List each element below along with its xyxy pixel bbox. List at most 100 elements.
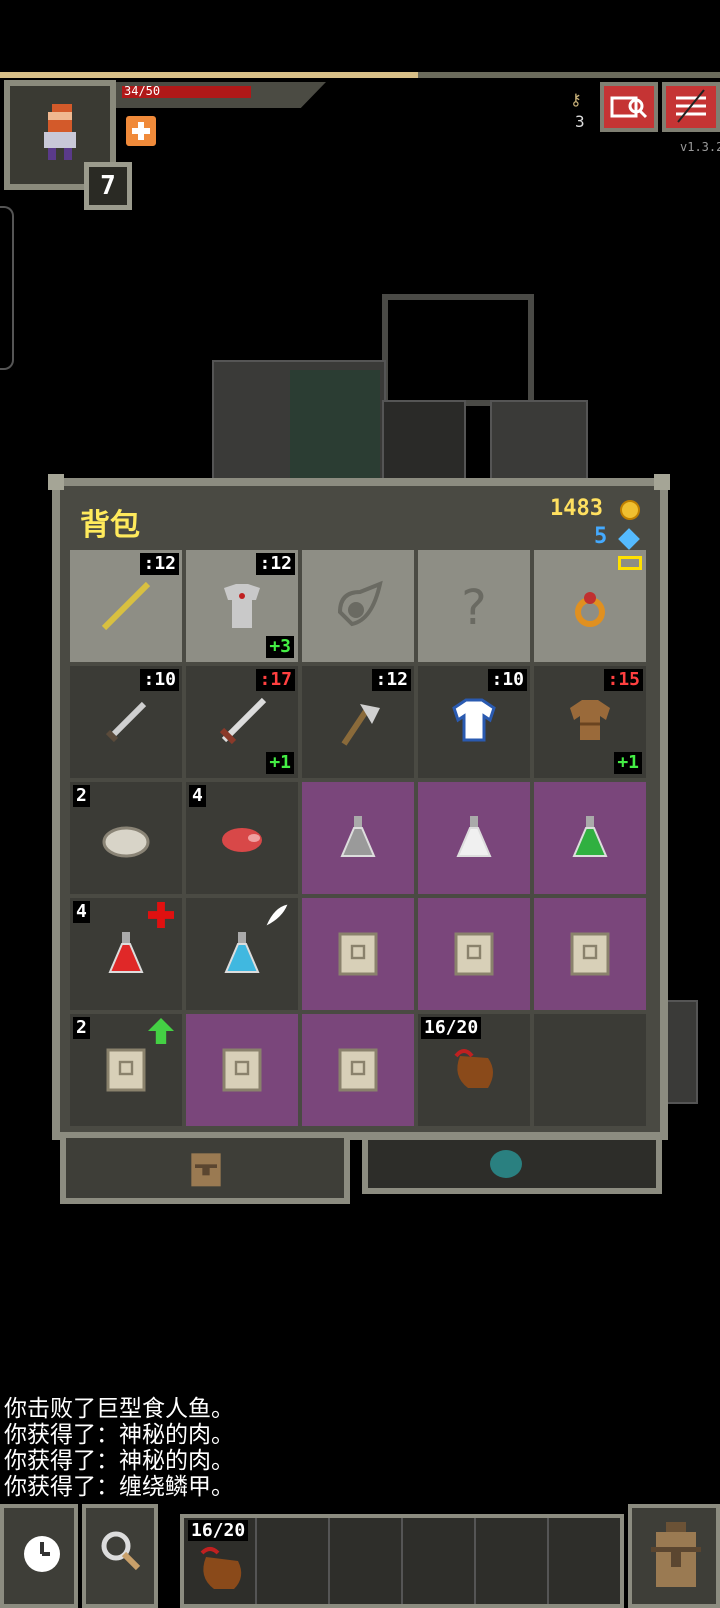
item-count-label: 4 [189,785,206,807]
hp-text: 34/50 [124,84,161,98]
key-icon: ⚷ [570,90,582,109]
item-level-label: :12 [372,669,411,691]
side-drawer-handle[interactable] [0,206,14,370]
inventory-slot-empty-misc[interactable]: ? [418,550,530,662]
item-count-label: 2 [73,1017,90,1039]
chainmail-icon [224,584,260,628]
item-level-label: :10 [488,669,527,691]
tab-backpack[interactable] [60,1138,350,1204]
search-button[interactable] [82,1504,158,1608]
inventory-slot-potion-levitation[interactable] [186,898,298,1010]
quickslot-6[interactable] [549,1518,620,1604]
journal-icon [610,96,648,119]
inventory-slot-scroll-5[interactable] [302,1014,414,1126]
ring-icon [575,592,605,627]
white-potion-icon [456,816,492,857]
inventory-slot-empty-artifact[interactable] [302,550,414,662]
inventory-slot-cloth-armor[interactable]: :10 [418,666,530,778]
inventory-slot-potion-green[interactable] [534,782,646,894]
menu-icon [676,89,706,123]
artifact-slot-icon [337,580,383,627]
inventory-slot-potion-grey[interactable] [302,782,414,894]
gold-amount: 1483 [550,496,603,521]
item-upgrade-label: +1 [266,752,294,774]
hero-sprite-icon [44,104,76,160]
inventory-slot-empty[interactable] [534,1014,646,1126]
scroll-icon [338,932,378,976]
quickslot-3[interactable] [330,1518,403,1604]
quickslot-marker-icon [618,556,642,570]
inventory-button[interactable] [628,1504,720,1608]
unknown-slot-icon: ? [461,580,486,636]
menu-button[interactable] [662,82,720,132]
dungeon-water [290,370,380,480]
inventory-slot-waterskin[interactable]: 16/20 [418,1014,530,1126]
waterskin-icon [200,1547,242,1589]
journal-button[interactable] [600,82,658,132]
inventory-slot-potion-white[interactable] [418,782,530,894]
tab-pouch[interactable] [362,1140,662,1194]
buff-healing-icon[interactable] [126,116,156,146]
blue-potion-icon [224,932,260,973]
scroll-icon [222,1048,262,1092]
quickslot-1[interactable]: 16/20 [184,1518,257,1604]
item-level-label: :12 [256,553,295,575]
hero-level: 7 [84,162,132,210]
scroll-icon [454,932,494,976]
inventory-slot-axe[interactable]: :12 [302,666,414,778]
pouch-tab-icon [490,1150,522,1178]
inventory-slot-pasty[interactable]: 2 [70,782,182,894]
inventory-slot-mystery-meat[interactable]: 4 [186,782,298,894]
item-count-label: 4 [73,901,90,923]
dungeon-wall-edge [666,1000,698,1104]
inventory-slot-scroll-3[interactable] [534,898,646,1010]
pasty-icon [102,826,150,858]
axe-icon [341,704,380,746]
scroll-icon [338,1048,378,1092]
item-level-label: :17 [256,669,295,691]
inventory-slot-scroll-4[interactable] [186,1014,298,1126]
inventory-slot-leather-armor[interactable]: :15 +1 [534,666,646,778]
meat-icon [222,828,262,852]
inventory-slot-scroll-upgrade[interactable]: 2 [70,1014,182,1126]
window-corner [654,474,670,490]
backpack-icon [651,1522,701,1587]
quickslot-4[interactable] [403,1518,476,1604]
log-line: 你获得了：缠绕鳞甲。 [4,1474,234,1500]
quickslot-2[interactable] [257,1518,330,1604]
inventory-slot-ring[interactable] [534,550,646,662]
wait-button[interactable] [0,1504,78,1608]
dagger-icon [105,701,147,743]
inventory-slot-armor[interactable]: :12 +3 [186,550,298,662]
magnifier-icon [101,1531,141,1571]
inventory-slot-staff[interactable]: :12 [70,550,182,662]
scroll-icon [106,1048,146,1092]
inventory-slot-sword[interactable]: :17 +1 [186,666,298,778]
quickslot-bar: 16/20 [180,1514,624,1608]
item-level-label: :10 [140,669,179,691]
inventory-slot-shortsword[interactable]: :10 [70,666,182,778]
inventory-slot-scroll-2[interactable] [418,898,530,1010]
quickslot-5[interactable] [476,1518,549,1604]
inventory-slot-potion-healing[interactable]: 4 [70,898,182,1010]
window-corner [48,474,64,490]
item-upgrade-label: +1 [614,752,642,774]
energy-amount: 5 [594,524,608,549]
log-line: 你获得了：神秘的肉。 [4,1448,234,1474]
waterskin-icon [454,1049,493,1088]
shirt-icon [452,698,496,742]
inventory-grid: :12:12 +3?:10:17 +1:12:10:15 +1 2 4 4 2 16/20 [70,550,648,1130]
svg-text:?: ? [461,580,486,636]
keys-count: 3 [575,112,585,131]
leather-armor-icon [570,700,610,740]
backpack-title: 背包 [80,508,140,543]
item-count-label: 2 [73,785,90,807]
item-level-label: :15 [604,669,643,691]
backpack-tab-icon [191,1153,221,1187]
scroll-icon [570,932,610,976]
red-potion-icon [108,932,144,973]
quickslot-qty: 16/20 [188,1520,249,1541]
game-log: 你击败了巨型食人鱼。 你获得了：神秘的肉。 你获得了：神秘的肉。 你获得了：缠绕… [4,1396,234,1500]
inventory-slot-scroll-1[interactable] [302,898,414,1010]
version-label: v1.3.2 [680,140,720,154]
